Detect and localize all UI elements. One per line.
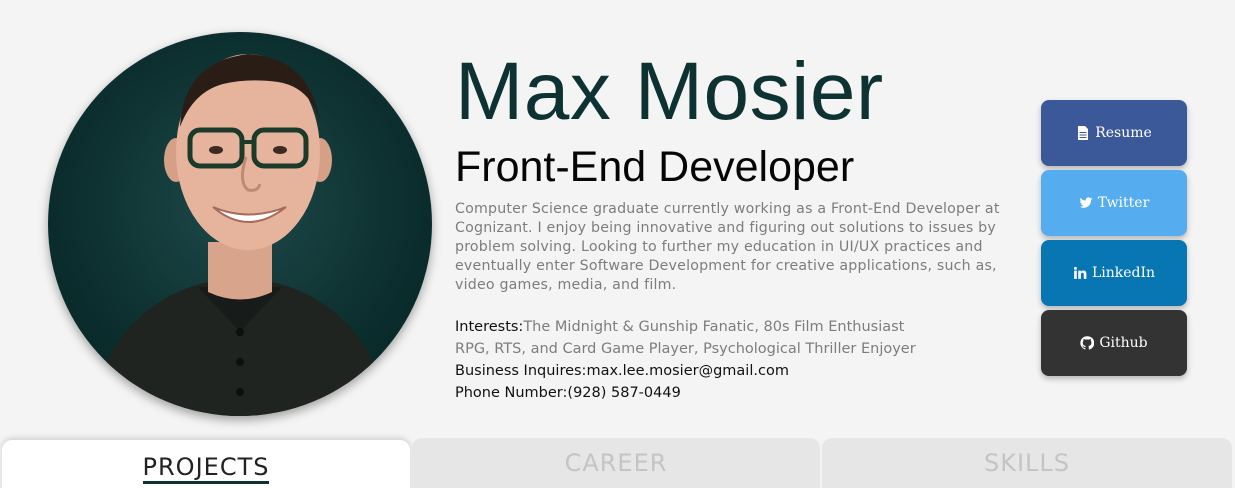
tab-projects-label: PROJECTS [142,453,270,484]
interests-value-1: The Midnight & Gunship Fanatic, 80s Film… [523,319,905,335]
tab-projects[interactable]: PROJECTS [2,440,410,488]
phone-label: Phone Number: [455,385,568,401]
interests-label: Interests: [455,319,524,335]
profile-name: Max Mosier [455,46,884,137]
phone-value: (928) 587-0449 [567,385,681,401]
linkedin-icon [1073,266,1087,279]
twitter-icon [1079,197,1093,208]
profile-bio: Computer Science graduate currently work… [455,201,1000,293]
linkedin-button[interactable]: LinkedIn [1041,240,1187,306]
linkedin-label: LinkedIn [1091,265,1156,281]
profile-photo [48,32,432,416]
twitter-label: Twitter [1097,195,1150,211]
interests-value-2: RPG, RTS, and Card Game Player, Psycholo… [455,341,916,357]
github-label: Github [1099,335,1148,351]
github-icon [1080,336,1095,350]
portrait-illustration [88,54,392,416]
profile-title: Front-End Developer [455,143,855,191]
interests-line-2: RPG, RTS, and Card Game Player, Psycholo… [455,338,916,360]
business-inquiries: Business Inquires:max.lee.mosier@gmail.c… [455,360,789,382]
interests-line-1: Interests:The Midnight & Gunship Fanatic… [455,316,904,338]
tab-skills-label: SKILLS [983,449,1071,477]
tab-career-label: CAREER [564,449,668,477]
business-label: Business Inquires: [455,363,587,379]
twitter-button[interactable]: Twitter [1041,170,1187,236]
resume-label: Resume [1095,125,1152,141]
resume-button[interactable]: Resume [1041,100,1187,166]
tab-skills[interactable]: SKILLS [822,438,1232,488]
github-button[interactable]: Github [1041,310,1187,376]
business-email[interactable]: max.lee.mosier@gmail.com [586,363,789,379]
tab-career[interactable]: CAREER [412,438,820,488]
phone-number: Phone Number:(928) 587-0449 [455,382,681,404]
file-icon [1078,126,1089,140]
